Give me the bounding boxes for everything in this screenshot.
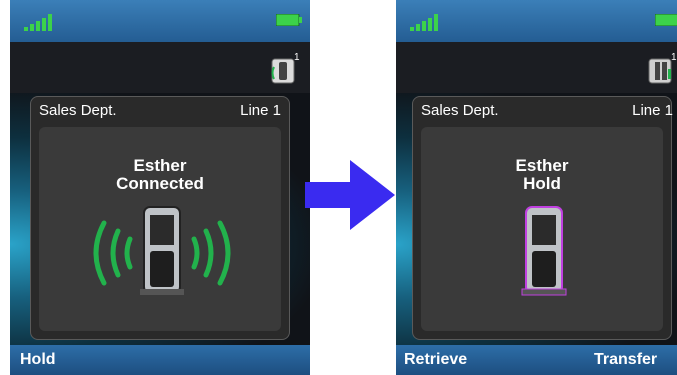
call-icon-bar: 1 xyxy=(10,42,310,93)
panel-header: Sales Dept. Line 1 xyxy=(31,97,289,123)
handset-icon xyxy=(521,206,567,296)
call-panel: Sales Dept. Line 1 Esther Connected xyxy=(30,96,290,340)
softkey-bar: Retrieve Transfer xyxy=(396,345,677,375)
panel-header: Sales Dept. Line 1 xyxy=(413,97,673,123)
call-state: Hold xyxy=(523,174,561,193)
call-count-badge: 1 xyxy=(294,52,300,63)
battery-icon xyxy=(276,14,302,26)
call-count-badge: 1 xyxy=(671,52,677,63)
transfer-button[interactable]: Transfer xyxy=(594,351,657,369)
status-bar xyxy=(396,0,677,42)
call-display: Esther Hold xyxy=(421,127,663,331)
held-call-icon[interactable]: 1 xyxy=(647,51,677,85)
line-label: Line 1 xyxy=(632,102,673,119)
signal-strength-icon xyxy=(410,14,438,31)
caller-name: Esther xyxy=(133,156,187,175)
battery-icon xyxy=(655,14,677,26)
call-display: Esther Connected xyxy=(39,127,281,331)
contact-group-label: Sales Dept. xyxy=(39,102,117,119)
call-icon-bar: 1 xyxy=(396,42,677,93)
handset-icon xyxy=(93,206,231,295)
status-bar xyxy=(10,0,310,42)
signal-strength-icon xyxy=(24,14,52,31)
caller-name: Esther xyxy=(515,156,569,175)
call-panel: Sales Dept. Line 1 Esther Hold xyxy=(412,96,673,340)
softkey-bar: Hold xyxy=(10,345,310,375)
phone-screen-hold: 1 Sales Dept. Line 1 Esther Hold Retriev… xyxy=(396,0,677,375)
line-label: Line 1 xyxy=(240,102,281,119)
retrieve-button[interactable]: Retrieve xyxy=(404,351,467,369)
transition-arrow-icon xyxy=(305,160,395,230)
call-state: Connected xyxy=(116,174,204,193)
hold-button[interactable]: Hold xyxy=(20,351,56,369)
contact-group-label: Sales Dept. xyxy=(421,102,499,119)
active-call-icon[interactable]: 1 xyxy=(270,51,300,85)
phone-screen-connected: 1 Sales Dept. Line 1 Esther Connected Ho… xyxy=(10,0,310,375)
